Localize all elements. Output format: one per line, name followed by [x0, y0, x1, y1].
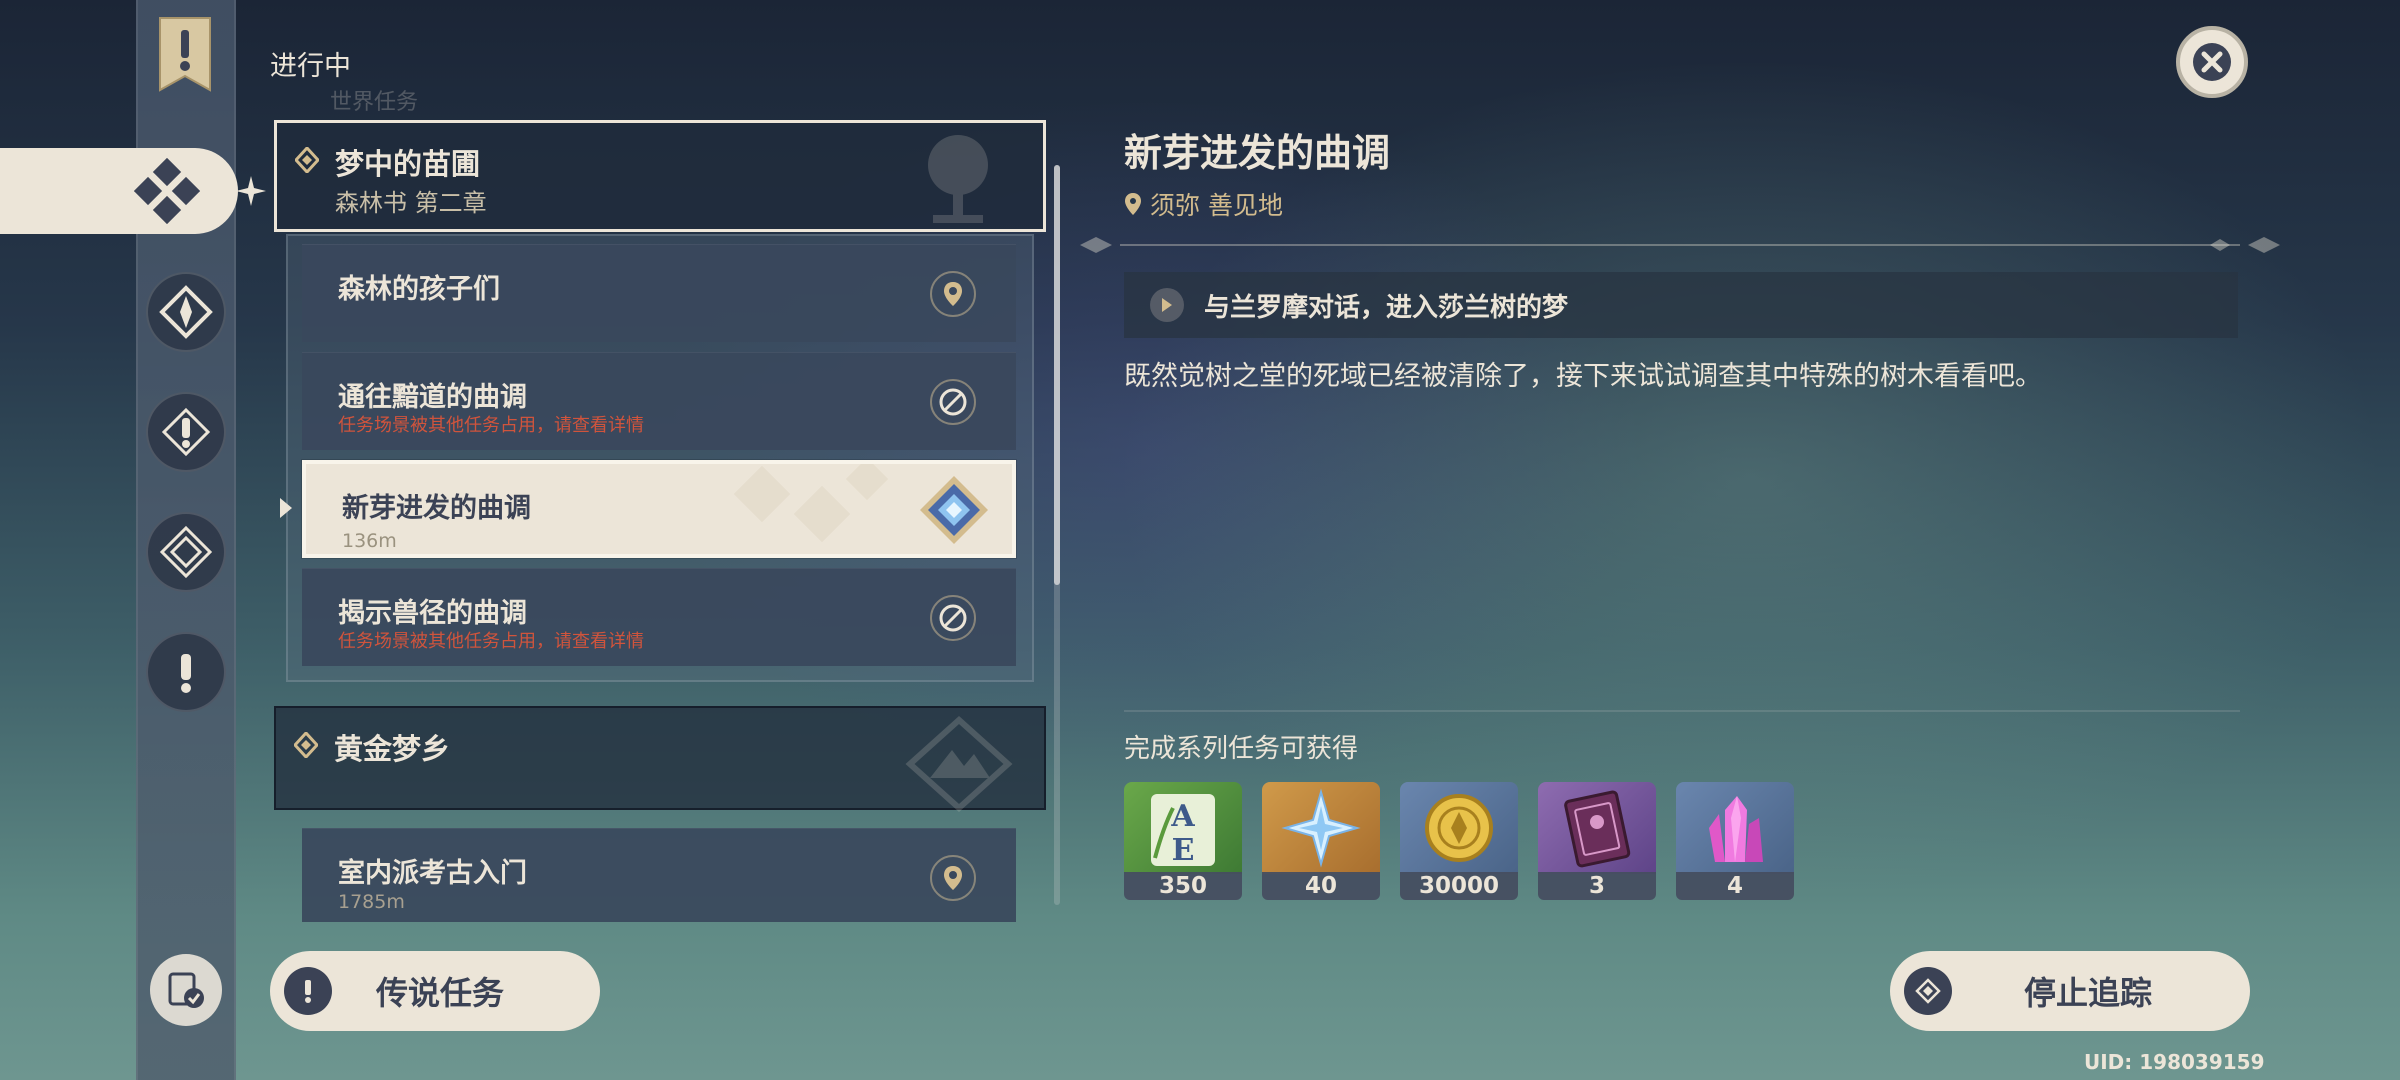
- series-diamond-icon: [294, 732, 318, 758]
- reward-count: 350: [1124, 872, 1242, 900]
- mountain-emblem-icon: [905, 715, 1013, 813]
- mora-icon: [1425, 794, 1493, 862]
- all-quests-icon: [134, 158, 200, 224]
- objective-text: 与兰罗摩对话，进入莎兰树的梦: [1204, 292, 1569, 323]
- adventure-exp-icon: A E: [1151, 794, 1215, 868]
- tree-emblem-icon: [928, 135, 988, 223]
- objective-arrow-icon: [1150, 288, 1184, 322]
- ornamental-divider: [1080, 237, 2280, 253]
- reward-item[interactable]: 4: [1676, 782, 1794, 900]
- stop-tracking-button[interactable]: 停止追踪: [1890, 951, 2250, 1031]
- quest-item[interactable]: 通往黯道的曲调 任务场景被其他任务占用，请查看详情: [302, 352, 1016, 450]
- quest-title: 森林的孩子们: [338, 274, 500, 305]
- svg-text:A: A: [1170, 799, 1195, 834]
- quest-item-tracked[interactable]: 新芽进发的曲调 136m: [302, 460, 1016, 558]
- close-icon: [2193, 43, 2231, 81]
- quest-title: 室内派考古入门: [338, 858, 527, 889]
- tab-archon-quest[interactable]: [146, 272, 226, 352]
- location-pin-icon: [944, 282, 962, 306]
- stop-tracking-label: 停止追踪: [2024, 974, 2153, 1012]
- series-subtitle: 森林书 第二章: [335, 189, 487, 217]
- reward-count: 4: [1676, 872, 1794, 900]
- quest-history-icon: [168, 972, 204, 1008]
- reward-item[interactable]: 30000: [1400, 782, 1518, 900]
- blocked-icon: [939, 604, 967, 632]
- world-quest-icon: [159, 525, 213, 579]
- blocked-status: [930, 379, 976, 425]
- legend-quest-label: 传说任务: [376, 974, 505, 1012]
- tab-all-quests[interactable]: [0, 148, 238, 234]
- archon-quest-icon: [159, 285, 213, 339]
- selection-arrow-icon: [280, 498, 292, 518]
- reward-count: 40: [1262, 872, 1380, 900]
- quest-warning: 任务场景被其他任务占用，请查看详情: [338, 631, 644, 652]
- quest-item[interactable]: 森林的孩子们: [302, 244, 1016, 342]
- tracking-icon: [1904, 967, 1952, 1015]
- reward-item[interactable]: 40: [1262, 782, 1380, 900]
- quest-title: 通往黯道的曲调: [338, 382, 527, 413]
- blocked-status: [930, 595, 976, 641]
- legend-quest-button[interactable]: 传说任务: [270, 951, 600, 1031]
- crystal-icon: [1709, 796, 1763, 862]
- location-text: 须弥 善见地: [1150, 191, 1283, 220]
- quest-history-button[interactable]: [150, 954, 222, 1026]
- navigate-button[interactable]: [930, 271, 976, 317]
- rewards-divider: [1124, 710, 2240, 712]
- primogem-icon: [1281, 788, 1361, 868]
- quest-series-dream-nursery[interactable]: 梦中的苗圃 森林书 第二章: [274, 120, 1046, 232]
- series-title: 梦中的苗圃: [335, 147, 481, 181]
- quest-description: 既然觉树之堂的死域已经被清除了，接下来试试调查其中特殊的树木看看吧。: [1124, 361, 2042, 392]
- reward-item[interactable]: 3: [1538, 782, 1656, 900]
- quest-distance: 1785m: [338, 891, 405, 913]
- location-pin-icon: [1125, 193, 1141, 215]
- section-label: 进行中: [270, 51, 351, 82]
- quest-banner-icon: [159, 17, 211, 92]
- quest-detail-title: 新芽进发的曲调: [1124, 131, 1391, 175]
- reward-count: 30000: [1400, 872, 1518, 900]
- reward-count: 3: [1538, 872, 1656, 900]
- blocked-icon: [939, 388, 967, 416]
- close-button[interactable]: [2176, 26, 2248, 98]
- commission-icon: [181, 654, 191, 693]
- quest-title: 揭示兽径的曲调: [338, 598, 527, 629]
- tab-world-quest[interactable]: [146, 512, 226, 592]
- series-title: 黄金梦乡: [334, 732, 451, 766]
- quest-item[interactable]: 揭示兽径的曲调 任务场景被其他任务占用，请查看详情: [302, 568, 1016, 666]
- tab-commission[interactable]: [146, 632, 226, 712]
- active-sparkle-icon: [236, 176, 266, 206]
- faded-section-label: 世界任务: [330, 90, 419, 115]
- quest-item[interactable]: 室内派考古入门 1785m: [302, 828, 1016, 922]
- story-quest-icon: [161, 407, 211, 457]
- navigate-button[interactable]: [930, 855, 976, 901]
- rewards-label: 完成系列任务可获得: [1124, 734, 1359, 764]
- quest-distance: 136m: [342, 530, 397, 552]
- talent-book-icon: [1564, 790, 1631, 868]
- quest-objective: 与兰罗摩对话，进入莎兰树的梦: [1124, 272, 2238, 338]
- quest-series-golden-slumber[interactable]: 黄金梦乡: [274, 706, 1046, 813]
- decorative-pattern: [733, 464, 889, 543]
- reward-item[interactable]: A E 350: [1124, 782, 1242, 900]
- series-diamond-icon: [295, 147, 319, 173]
- quest-title: 新芽进发的曲调: [342, 493, 531, 524]
- svg-text:E: E: [1172, 833, 1195, 868]
- player-uid: UID: 198039159: [2084, 1050, 2265, 1074]
- tracking-diamond-icon: [920, 476, 988, 544]
- list-scrollbar-thumb[interactable]: [1054, 165, 1060, 585]
- quest-location: 须弥 善见地: [1124, 186, 1283, 222]
- tab-story-quest[interactable]: [146, 392, 226, 472]
- quest-warning: 任务场景被其他任务占用，请查看详情: [338, 415, 644, 436]
- legend-quest-icon: [284, 967, 332, 1015]
- location-pin-icon: [944, 866, 962, 890]
